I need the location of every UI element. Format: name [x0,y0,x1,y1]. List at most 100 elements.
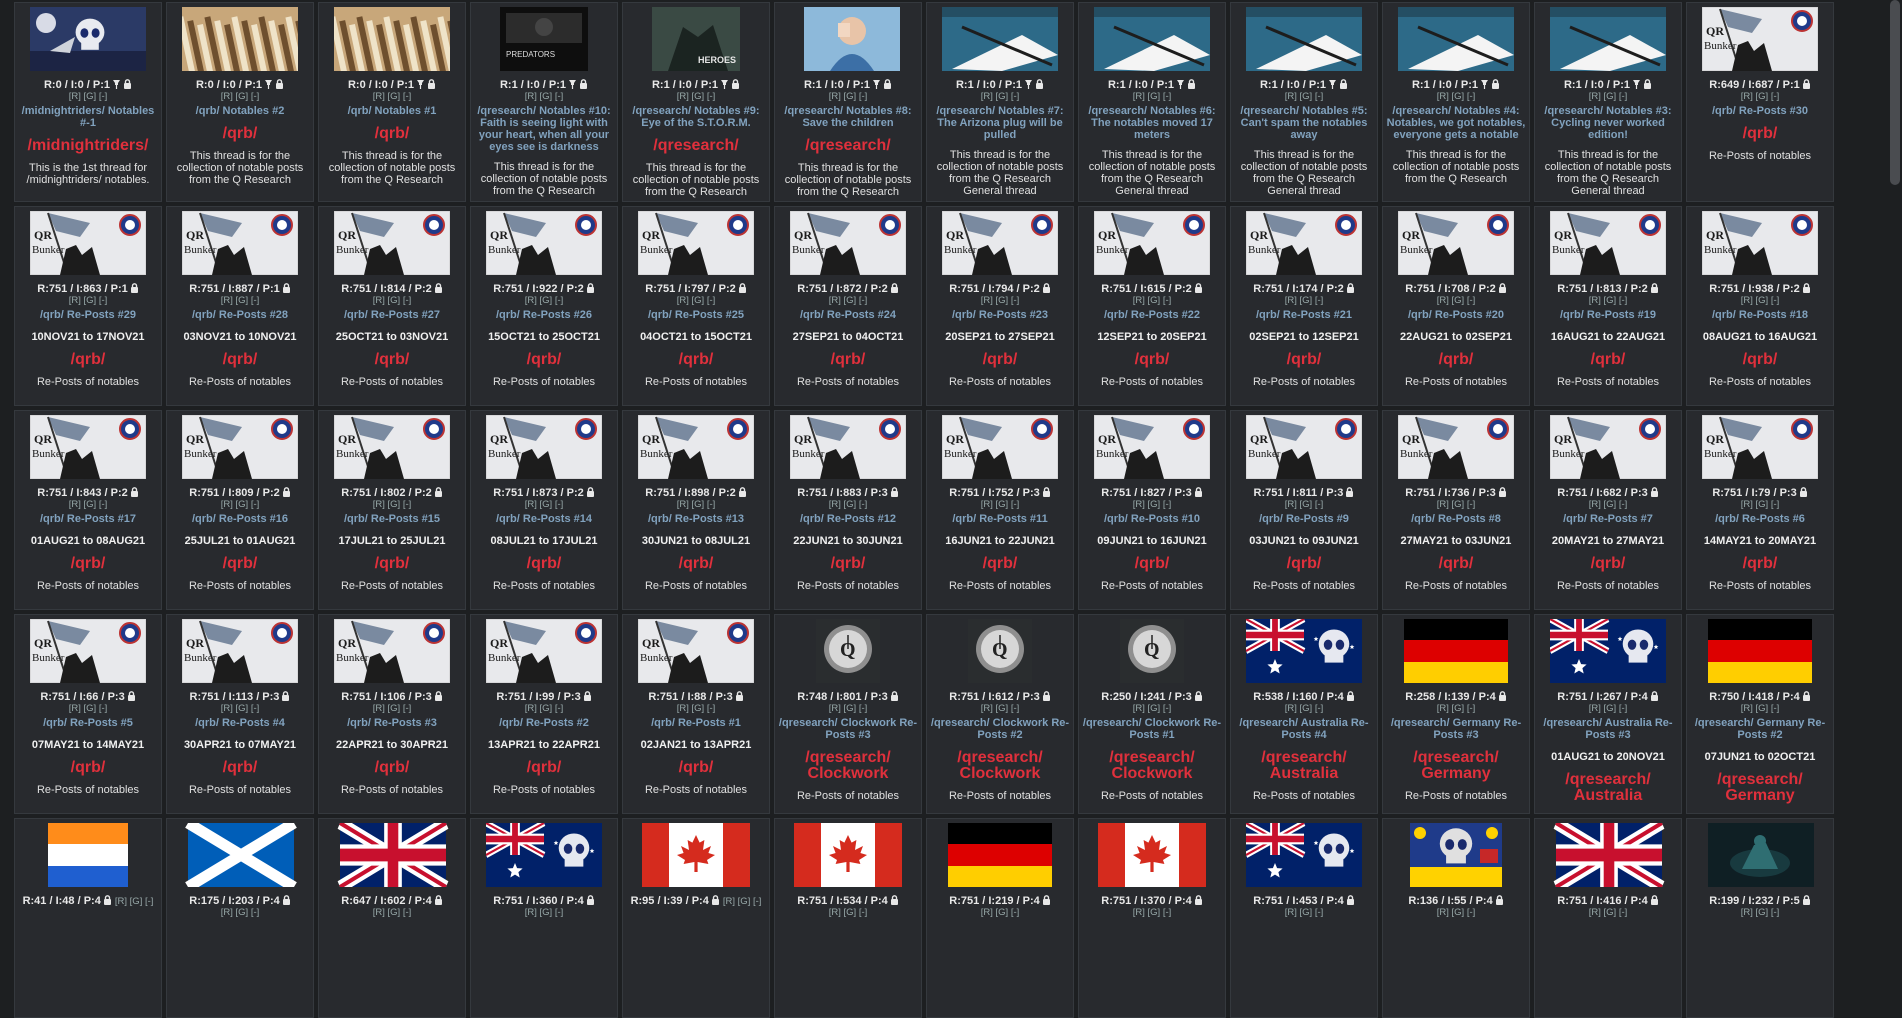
thread-thumbnail[interactable] [1690,619,1830,687]
gallery-link[interactable]: [G] [1300,295,1313,306]
gallery-link[interactable]: [G] [388,295,401,306]
reply-link[interactable]: [R] [1741,703,1753,714]
gallery-link[interactable]: [G] [84,91,97,102]
hide-link[interactable]: [-] [1467,499,1475,510]
reply-link[interactable]: [R] [981,703,993,714]
thread-title[interactable]: /qresearch/ Clockwork Re-Posts #3 [778,717,918,741]
thread-card[interactable]: QR Bunker R:751 / I:814 / P:2 [R] [G] [-] /q… [318,206,466,406]
thread-card[interactable]: QR Bunker R:649 / I:687 / P:1 [R] [G] [-] /q… [1686,2,1834,202]
thread-thumbnail[interactable]: QR Bunker [18,619,158,687]
gallery-link[interactable]: [G] [1604,499,1617,510]
reply-link[interactable]: [R] [373,499,385,510]
gallery-link[interactable]: [G] [1452,91,1465,102]
thread-thumbnail[interactable]: QR Bunker [474,619,614,687]
reply-link[interactable]: [R] [525,499,537,510]
reply-link[interactable]: [R] [1741,907,1753,918]
gallery-link[interactable]: [G] [84,295,97,306]
hide-link[interactable]: [-] [859,295,867,306]
thread-thumbnail[interactable] [778,7,918,75]
thread-title[interactable]: /qrb/ Re-Posts #30 [1690,105,1830,117]
thread-thumbnail[interactable]: QR Bunker [170,619,310,687]
thread-thumbnail[interactable] [1386,823,1526,891]
thread-title[interactable]: /qrb/ Re-Posts #5 [18,717,158,729]
reply-link[interactable]: [R] [677,295,689,306]
gallery-link[interactable]: [G] [236,91,249,102]
thread-thumbnail[interactable]: QR Bunker [1234,415,1374,483]
gallery-link[interactable]: [G] [1756,499,1769,510]
thread-title[interactable]: /qresearch/ Australia Re-Posts #3 [1538,717,1678,741]
thread-thumbnail[interactable]: QR Bunker [930,211,1070,279]
thread-title[interactable]: /qrb/ Re-Posts #16 [170,513,310,525]
thread-thumbnail[interactable]: QR Bunker [18,211,158,279]
thread-title[interactable]: /qrb/ Re-Posts #11 [930,513,1070,525]
reply-link[interactable]: [R] [829,499,841,510]
thread-card[interactable]: R:751 / I:219 / P:4 [R] [G] [-] [926,818,1074,1018]
hide-link[interactable]: [-] [1467,295,1475,306]
hide-link[interactable]: [-] [251,91,259,102]
thread-thumbnail[interactable] [1234,7,1374,75]
gallery-link[interactable]: [G] [692,703,705,714]
gallery-link[interactable]: [G] [130,896,143,907]
hide-link[interactable]: [-] [99,91,107,102]
thread-card[interactable]: R:750 / I:418 / P:4 [R] [G] [-] /qresearch… [1686,614,1834,814]
reply-link[interactable]: [R] [525,907,537,918]
thread-thumbnail[interactable] [1082,823,1222,891]
reply-link[interactable]: [R] [1589,703,1601,714]
reply-link[interactable]: [R] [677,499,689,510]
hide-link[interactable]: [-] [403,499,411,510]
hide-link[interactable]: [-] [1163,703,1171,714]
thread-thumbnail[interactable]: Q [1082,619,1222,687]
reply-link[interactable]: [R] [1741,295,1753,306]
gallery-link[interactable]: [G] [236,703,249,714]
reply-link[interactable]: [R] [1285,499,1297,510]
thread-card[interactable]: QR Bunker R:751 / I:863 / P:1 [R] [G] [-] /q… [14,206,162,406]
hide-link[interactable]: [-] [1315,499,1323,510]
reply-link[interactable]: [R] [677,703,689,714]
thread-title[interactable]: /qresearch/ Clockwork Re-Posts #2 [930,717,1070,741]
thread-thumbnail[interactable] [626,823,766,891]
reply-link[interactable]: [R] [221,907,233,918]
gallery-link[interactable]: [G] [1604,295,1617,306]
hide-link[interactable]: [-] [99,295,107,306]
reply-link[interactable]: [R] [723,896,735,907]
thread-title[interactable]: /qresearch/ Germany Re-Posts #3 [1386,717,1526,741]
thread-thumbnail[interactable] [170,7,310,75]
gallery-link[interactable]: [G] [1452,907,1465,918]
thread-title[interactable]: /qrb/ Re-Posts #13 [626,513,766,525]
reply-link[interactable]: [R] [1133,499,1145,510]
reply-link[interactable]: [R] [373,703,385,714]
reply-link[interactable]: [R] [221,91,233,102]
hide-link[interactable]: [-] [1315,295,1323,306]
thread-card[interactable]: QR Bunker R:751 / I:708 / P:2 [R] [G] [-] /q… [1382,206,1530,406]
gallery-link[interactable]: [G] [1452,295,1465,306]
thread-title[interactable]: /qresearch/ Clockwork Re-Posts #1 [1082,717,1222,741]
gallery-link[interactable]: [G] [236,295,249,306]
thread-thumbnail[interactable]: QR Bunker [474,211,614,279]
thread-thumbnail[interactable]: QR Bunker [1082,211,1222,279]
thread-thumbnail[interactable]: QR Bunker [1386,415,1526,483]
hide-link[interactable]: [-] [1011,91,1019,102]
thread-card[interactable]: QR Bunker R:751 / I:79 / P:3 [R] [G] [-] /qr… [1686,410,1834,610]
thread-thumbnail[interactable] [322,7,462,75]
reply-link[interactable]: [R] [373,91,385,102]
reply-link[interactable]: [R] [1437,703,1449,714]
reply-link[interactable]: [R] [1437,499,1449,510]
gallery-link[interactable]: [G] [236,499,249,510]
thread-thumbnail[interactable]: QR Bunker [18,415,158,483]
gallery-link[interactable]: [G] [1452,499,1465,510]
thread-card[interactable]: HEROES R:1 / I:0 / P:1 [R] [G] [-] /qresear… [622,2,770,202]
thread-title[interactable]: /qrb/ Re-Posts #10 [1082,513,1222,525]
thread-card[interactable]: Q R:250 / I:241 / P:3 [R] [G] [-] /qresearc… [1078,614,1226,814]
hide-link[interactable]: [-] [859,499,867,510]
thread-title[interactable]: /qrb/ Re-Posts #19 [1538,309,1678,321]
thread-thumbnail[interactable]: QR Bunker [930,415,1070,483]
reply-link[interactable]: [R] [1133,295,1145,306]
thread-title[interactable]: /qrb/ Re-Posts #4 [170,717,310,729]
hide-link[interactable]: [-] [1467,91,1475,102]
thread-thumbnail[interactable]: QR Bunker [170,415,310,483]
hide-link[interactable]: [-] [403,295,411,306]
hide-link[interactable]: [-] [145,896,153,907]
reply-link[interactable]: [R] [829,91,841,102]
gallery-link[interactable]: [G] [388,91,401,102]
thread-thumbnail[interactable]: QR Bunker [778,415,918,483]
